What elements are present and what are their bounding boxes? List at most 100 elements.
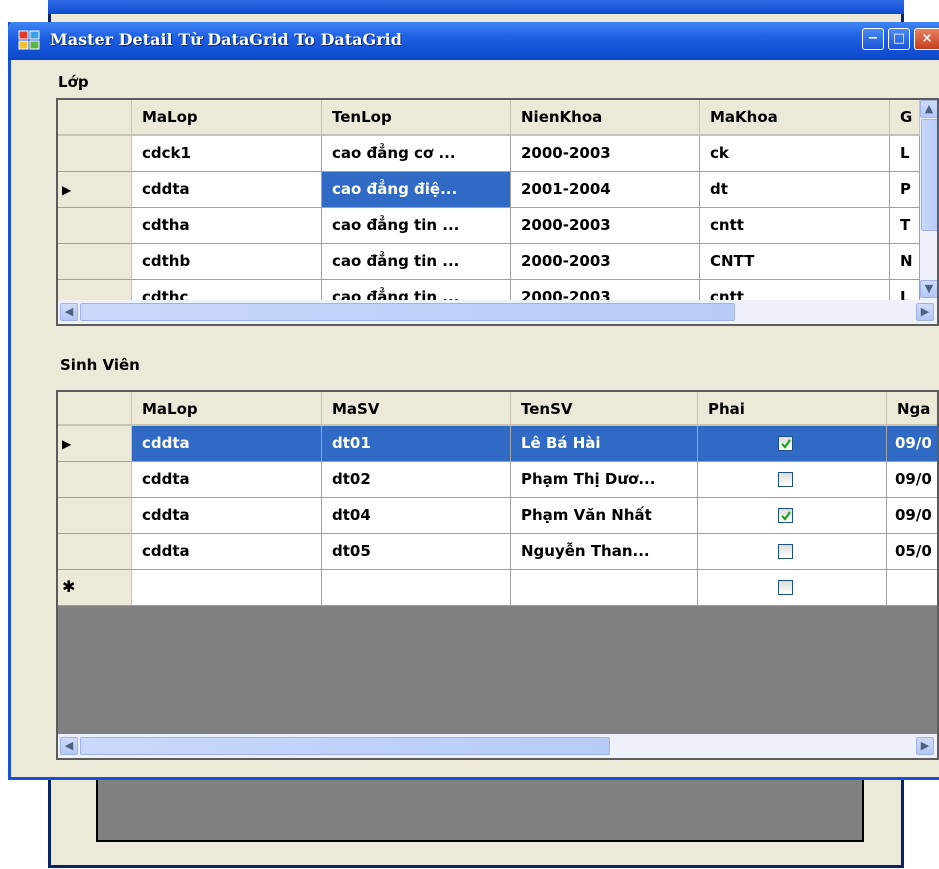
gender-checkbox-checked[interactable] (778, 508, 793, 523)
student-grid[interactable]: MaLop MaSV TenSV Phai Nga ▶ cddta dt01 L… (56, 390, 939, 760)
class-col-header-nienkhoa[interactable]: NienKhoa (511, 100, 700, 136)
class-row-header-current[interactable]: ▶ (58, 172, 132, 208)
class-cell-ghichu[interactable]: T (890, 208, 920, 244)
gender-checkbox-unchecked[interactable] (778, 544, 793, 559)
class-cell-malop[interactable]: cddta (132, 172, 322, 208)
scroll-up-button[interactable]: ▲ (920, 100, 937, 118)
student-grid-corner (58, 392, 132, 426)
class-cell-ghichu[interactable]: L (890, 136, 920, 172)
class-cell-ghichu[interactable]: P (890, 172, 920, 208)
student-row-header[interactable] (58, 462, 132, 498)
class-cell-malop[interactable]: cdthb (132, 244, 322, 280)
close-button[interactable]: × (914, 28, 939, 50)
student-cell-malop[interactable]: cddta (132, 498, 322, 534)
class-row-header[interactable] (58, 244, 132, 280)
class-section-label: Lớp (58, 73, 89, 91)
app-icon[interactable] (18, 30, 40, 50)
student-new-row-header[interactable]: ✱ (58, 570, 132, 606)
class-cell-tenlop[interactable]: cao đẳng cơ ... (322, 136, 511, 172)
class-cell-nienkhoa[interactable]: 2000-2003 (511, 136, 700, 172)
class-cell-makhoa[interactable]: dt (700, 172, 890, 208)
student-cell-phai[interactable] (698, 426, 887, 462)
student-row-header[interactable] (58, 534, 132, 570)
student-row-header-current[interactable]: ▶ (58, 426, 132, 462)
student-hscroll-thumb[interactable] (80, 737, 610, 755)
student-grid-hscroll[interactable]: ◀ ▶ (58, 734, 937, 758)
student-cell-masv[interactable]: dt01 (322, 426, 511, 462)
student-cell-malop[interactable]: cddta (132, 462, 322, 498)
class-vscroll-thumb[interactable] (921, 119, 937, 231)
student-row-header[interactable] (58, 498, 132, 534)
student-cell-ngaysinh[interactable]: 09/0 (887, 498, 937, 534)
scroll-down-button[interactable]: ▼ (920, 280, 937, 298)
class-cell-malop[interactable]: cdtha (132, 208, 322, 244)
close-icon: × (921, 31, 933, 46)
student-cell-tensv[interactable]: Nguyễn Than... (511, 534, 698, 570)
gender-checkbox-unchecked[interactable] (778, 580, 793, 595)
class-col-header-ghichu[interactable]: G (890, 100, 920, 136)
class-cell-makhoa[interactable]: CNTT (700, 244, 890, 280)
class-col-header-malop[interactable]: MaLop (132, 100, 322, 136)
class-cell-tenlop[interactable]: cao đẳng tin ... (322, 244, 511, 280)
class-grid-hscroll[interactable]: ◀ ▶ (58, 300, 937, 324)
class-cell-tenlop[interactable]: cao đẳng tin ... (322, 208, 511, 244)
student-cell-phai[interactable] (698, 498, 887, 534)
student-new-cell-phai[interactable] (698, 570, 887, 606)
student-cell-ngaysinh[interactable]: 09/0 (887, 426, 937, 462)
student-cell-tensv[interactable]: Lê Bá Hài (511, 426, 698, 462)
minimize-button[interactable]: − (862, 28, 884, 50)
student-new-cell-ngaysinh[interactable] (887, 570, 937, 606)
current-row-arrow-icon: ▶ (62, 183, 72, 197)
class-cell-makhoa[interactable]: ck (700, 136, 890, 172)
class-cell-nienkhoa[interactable]: 2000-2003 (511, 208, 700, 244)
student-col-header-phai[interactable]: Phai (698, 392, 887, 426)
student-col-header-tensv[interactable]: TenSV (511, 392, 698, 426)
class-col-header-makhoa[interactable]: MaKhoa (700, 100, 890, 136)
student-cell-phai[interactable] (698, 462, 887, 498)
student-cell-ngaysinh[interactable]: 05/0 (887, 534, 937, 570)
student-new-cell-malop[interactable] (132, 570, 322, 606)
student-col-header-masv[interactable]: MaSV (322, 392, 511, 426)
class-row-header[interactable] (58, 208, 132, 244)
class-row-header[interactable] (58, 136, 132, 172)
student-col-header-malop[interactable]: MaLop (132, 392, 322, 426)
maximize-icon: □ (892, 31, 906, 46)
current-row-arrow-icon: ▶ (62, 437, 72, 451)
class-grid-corner (58, 100, 132, 136)
maximize-button[interactable]: □ (888, 28, 910, 50)
window-title: Master Detail Từ DataGrid To DataGrid (50, 30, 402, 49)
class-col-header-tenlop[interactable]: TenLop (322, 100, 511, 136)
student-new-cell-tensv[interactable] (511, 570, 698, 606)
student-new-cell-masv[interactable] (322, 570, 511, 606)
gender-checkbox-unchecked[interactable] (778, 472, 793, 487)
background-window-grid (96, 776, 864, 842)
gender-checkbox-checked[interactable] (778, 436, 793, 451)
background-window-titlebar (48, 0, 904, 14)
student-cell-malop[interactable]: cddta (132, 534, 322, 570)
scroll-right-button[interactable]: ▶ (916, 737, 934, 755)
student-cell-tensv[interactable]: Phạm Thị Dươ... (511, 462, 698, 498)
class-cell-tenlop-selected[interactable]: cao đẳng điệ... (322, 172, 511, 208)
class-hscroll-thumb[interactable] (80, 303, 735, 321)
class-cell-ghichu[interactable]: N (890, 244, 920, 280)
new-row-asterisk-icon: ✱ (62, 577, 76, 596)
student-cell-phai[interactable] (698, 534, 887, 570)
minimize-icon: − (867, 31, 879, 46)
student-cell-masv[interactable]: dt04 (322, 498, 511, 534)
class-cell-nienkhoa[interactable]: 2000-2003 (511, 244, 700, 280)
scroll-left-button[interactable]: ◀ (60, 737, 78, 755)
class-cell-makhoa[interactable]: cntt (700, 208, 890, 244)
student-cell-malop[interactable]: cddta (132, 426, 322, 462)
class-cell-malop[interactable]: cdck1 (132, 136, 322, 172)
scroll-right-button[interactable]: ▶ (916, 303, 934, 321)
class-grid-vscroll[interactable]: ▲ ▼ (920, 100, 937, 300)
student-cell-ngaysinh[interactable]: 09/0 (887, 462, 937, 498)
student-section-label: Sinh Viên (60, 356, 140, 374)
student-cell-masv[interactable]: dt05 (322, 534, 511, 570)
scroll-left-button[interactable]: ◀ (60, 303, 78, 321)
class-cell-nienkhoa[interactable]: 2001-2004 (511, 172, 700, 208)
student-cell-masv[interactable]: dt02 (322, 462, 511, 498)
class-grid[interactable]: MaLop TenLop NienKhoa MaKhoa G cdck1 cao… (56, 98, 939, 326)
student-cell-tensv[interactable]: Phạm Văn Nhất (511, 498, 698, 534)
student-col-header-ngaysinh[interactable]: Nga (887, 392, 937, 426)
